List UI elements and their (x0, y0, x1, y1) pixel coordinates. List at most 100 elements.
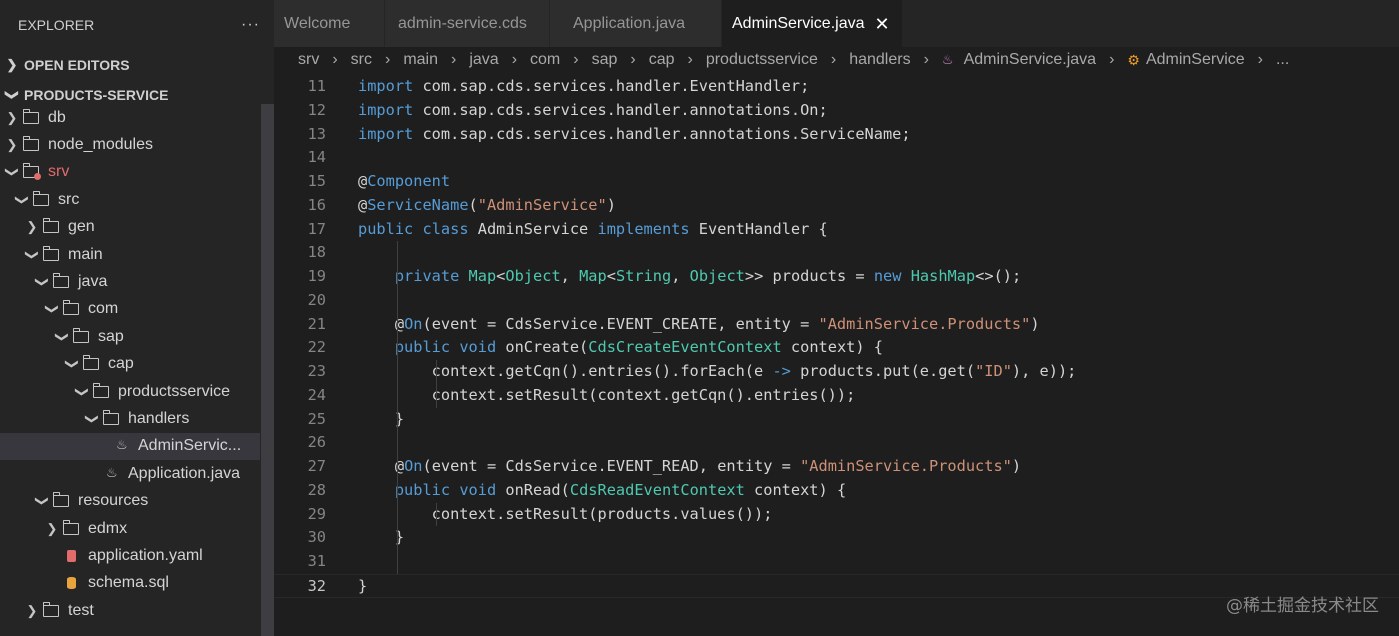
breadcrumb-item[interactable]: com (530, 51, 560, 69)
code-line[interactable]: 28 public void onRead(CdsReadEventContex… (274, 478, 1399, 503)
code-line[interactable]: 12 import com.sap.cds.services.handler.an… (274, 99, 1399, 123)
code-token: CdsReadEventContext (569, 480, 745, 499)
breadcrumb-item[interactable]: java (469, 51, 498, 69)
tree-item-com[interactable]: ❯ com (0, 296, 260, 323)
more-actions-icon[interactable]: ··· (241, 16, 260, 34)
tree-item-java[interactable]: ❯ java (0, 268, 260, 295)
code-line[interactable]: 23 context.getCqn().entries().forEach(e … (274, 360, 1399, 384)
tab-adminservice-java[interactable]: AdminService.java ✕ (722, 0, 903, 47)
folder-icon (92, 382, 112, 400)
code-token: void (459, 480, 497, 499)
code-token: < (606, 267, 616, 285)
code-line[interactable]: 30 } (274, 526, 1399, 550)
tree-item-main[interactable]: ❯ main (0, 241, 260, 268)
code-line[interactable]: 19 private Map<Object, Map<String, Objec… (274, 265, 1399, 289)
tree-item-db[interactable]: ❯ db (0, 104, 260, 131)
chevron-right-icon: ❯ (6, 57, 18, 72)
indent-guide (436, 360, 437, 384)
breadcrumb-item[interactable]: srv (298, 51, 319, 69)
tree-item-label: com (88, 300, 119, 318)
tree-item-schema-sql[interactable]: schema.sql (0, 570, 260, 597)
breadcrumb-item[interactable]: AdminService.java (964, 51, 1097, 69)
folder-icon (22, 136, 42, 153)
code-token: void (459, 338, 497, 357)
tree-item-test[interactable]: ❯ test (0, 597, 260, 624)
tree-item-application-java[interactable]: ♨ Application.java (0, 460, 260, 487)
code-token: ) (1011, 457, 1022, 475)
tree-item-label: gen (68, 218, 95, 236)
code-line[interactable]: 17 public class AdminService implements E… (274, 218, 1399, 242)
code-line[interactable]: 29 context.setResult(products.values()); (274, 502, 1399, 527)
code-line[interactable]: 22 public void onCreate(CdsCreateEventCo… (274, 336, 1399, 360)
breadcrumb-more[interactable]: ... (1276, 51, 1289, 69)
code-line[interactable]: 26 (274, 431, 1399, 455)
tree-item-application-yaml[interactable]: application.yaml (0, 542, 260, 569)
code-text: private Map<Object, Map<String, Object>>… (358, 265, 1021, 289)
chevron-right-icon: ❯ (6, 109, 18, 125)
code-line[interactable]: 11 import com.sap.cds.services.handler.Ev… (274, 75, 1399, 99)
sidebar-scrollbar[interactable] (261, 104, 274, 636)
code-token: ) (1030, 314, 1040, 333)
code-token: "AdminService.Products" (818, 314, 1031, 333)
breadcrumb-item[interactable]: src (351, 51, 372, 69)
tree-item-productsservice[interactable]: ❯ productsservice (0, 378, 260, 405)
line-number: 32 (307, 576, 326, 595)
folder-glyph (102, 409, 119, 425)
breadcrumb-item[interactable]: productsservice (706, 51, 818, 69)
open-editors-section[interactable]: ❯ OPEN EDITORS (0, 50, 274, 80)
code-text: context.getCqn().entries().forEach(e -> … (358, 360, 1077, 384)
folder-icon (42, 245, 62, 263)
code-token: ServiceName (367, 195, 469, 214)
tree-item-gen[interactable]: ❯ gen (0, 214, 260, 241)
code-editor[interactable]: 11 import com.sap.cds.services.handler.Ev… (274, 75, 1399, 636)
breadcrumb-item[interactable]: sap (592, 51, 618, 69)
tree-item-srv[interactable]: ❯ srv (0, 159, 260, 186)
code-token: public (394, 480, 451, 499)
tab-label: admin-service.cds (398, 14, 527, 32)
tree-item-resources[interactable]: ❯ resources (0, 487, 260, 514)
breadcrumb-item[interactable]: handlers (849, 51, 910, 69)
code-line[interactable]: 31 (274, 550, 1399, 574)
code-line[interactable]: 27 @On(event = CdsService.EVENT_READ, en… (274, 455, 1399, 479)
code-line[interactable]: 16 @ServiceName("AdminService") (274, 194, 1399, 218)
chevron-down-icon: ❯ (85, 413, 100, 425)
code-token: ( (468, 195, 478, 214)
indent-guide (397, 383, 398, 408)
folder-glyph (42, 245, 59, 261)
code-line[interactable]: 13 import com.sap.cds.services.handler.an… (274, 123, 1399, 147)
code-line[interactable]: 15 @Component (274, 170, 1399, 194)
tree-item-sap[interactable]: ❯ sap (0, 323, 260, 350)
tree-item-cap[interactable]: ❯ cap (0, 351, 260, 378)
chevron-right-icon: › (923, 51, 929, 68)
breadcrumb-item[interactable]: main (403, 51, 438, 69)
folder-icon (42, 218, 62, 235)
tab-application-java[interactable]: Application.java (550, 0, 722, 47)
folder-icon (102, 409, 122, 427)
tree-item-label: schema.sql (88, 574, 169, 592)
indent-guide (397, 526, 398, 550)
code-token: @ (358, 172, 368, 190)
code-line[interactable]: 25 } (274, 407, 1399, 432)
code-line[interactable]: 24 context.setResult(context.getCqn().en… (274, 383, 1399, 408)
tree-item-edmx[interactable]: ❯ edmx (0, 515, 260, 542)
code-token: com.sap.cds.services.handler.annotations… (413, 124, 911, 143)
tree-item-handlers[interactable]: ❯ handlers (0, 405, 260, 432)
code-line[interactable]: 14 (274, 146, 1399, 170)
code-token: context.setResult(products.values()); (358, 504, 773, 523)
tab-admin-service-cds[interactable]: admin-service.cds (385, 0, 550, 47)
chevron-down-icon: ❯ (35, 495, 50, 507)
breadcrumb-item[interactable]: cap (649, 51, 675, 69)
code-token: ), e)); (1011, 362, 1077, 380)
breadcrumb-item[interactable]: AdminService (1146, 51, 1245, 69)
tab-welcome[interactable]: Welcome (274, 0, 385, 47)
code-line[interactable]: 20 (274, 288, 1399, 313)
code-line[interactable]: 18 (274, 241, 1399, 265)
yaml-file-icon (62, 548, 82, 564)
tree-item-node-modules[interactable]: ❯ node_modules (0, 131, 260, 158)
tree-item-adminservic[interactable]: ♨ AdminServic... (0, 432, 260, 461)
tree-item-src[interactable]: ❯ src (0, 186, 260, 213)
tab-label: Application.java (573, 14, 686, 32)
close-icon[interactable]: ✕ (875, 14, 890, 35)
code-line[interactable]: 21 @On(event = CdsService.EVENT_CREATE, … (274, 312, 1399, 337)
